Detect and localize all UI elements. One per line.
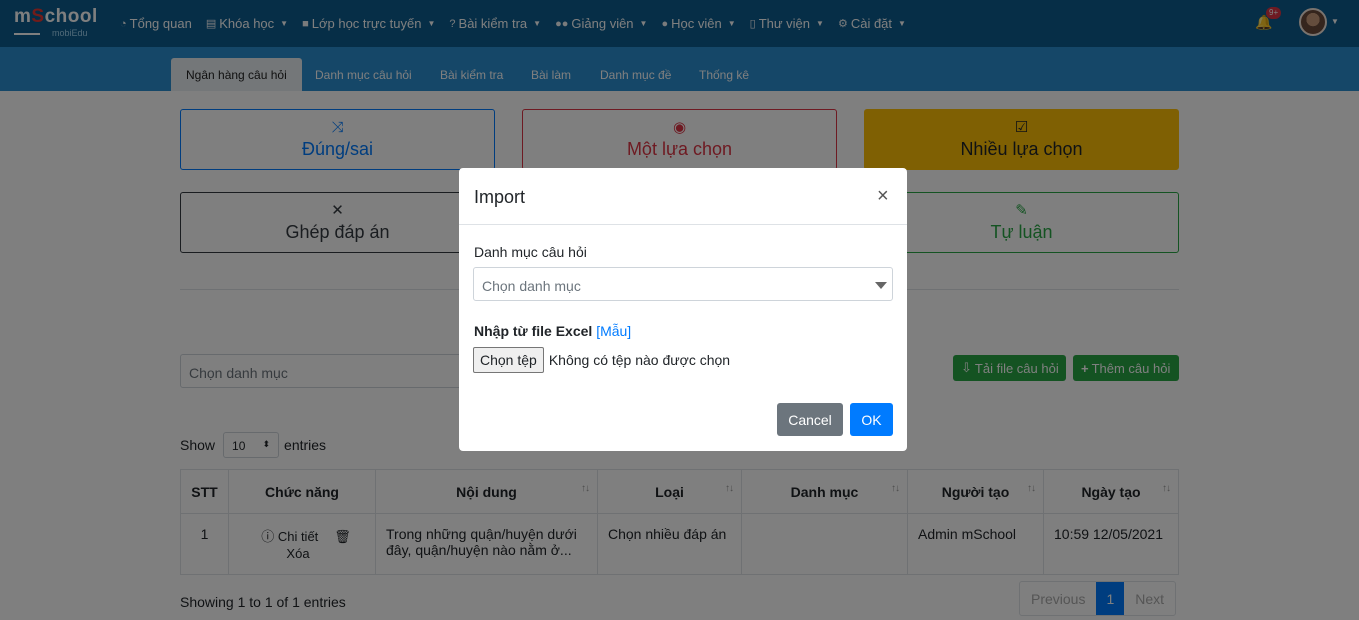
close-icon[interactable]: ×	[877, 185, 889, 208]
excel-import-label: Nhập từ file Excel [Mẫu]	[474, 323, 631, 339]
modal-title: Import	[474, 187, 526, 207]
file-status: Không có tệp nào được chọn	[548, 352, 731, 368]
choose-file-button[interactable]: Chọn tệp	[473, 347, 544, 373]
template-link[interactable]: [Mẫu]	[596, 323, 631, 339]
chevron-down-icon	[875, 282, 887, 289]
excel-label: Nhập từ file Excel	[474, 323, 593, 339]
modal-header-divider	[459, 224, 907, 225]
ok-button[interactable]: OK	[850, 403, 893, 436]
cancel-button[interactable]: Cancel	[777, 403, 843, 436]
category-label: Danh mục câu hỏi	[474, 244, 587, 260]
import-modal: Import × Danh mục câu hỏi Chọn danh mục …	[459, 168, 907, 451]
select-placeholder: Chọn danh mục	[482, 278, 581, 294]
file-input: Chọn tệp Không có tệp nào được chọn	[473, 347, 730, 373]
modal-category-select[interactable]: Chọn danh mục	[473, 267, 893, 301]
